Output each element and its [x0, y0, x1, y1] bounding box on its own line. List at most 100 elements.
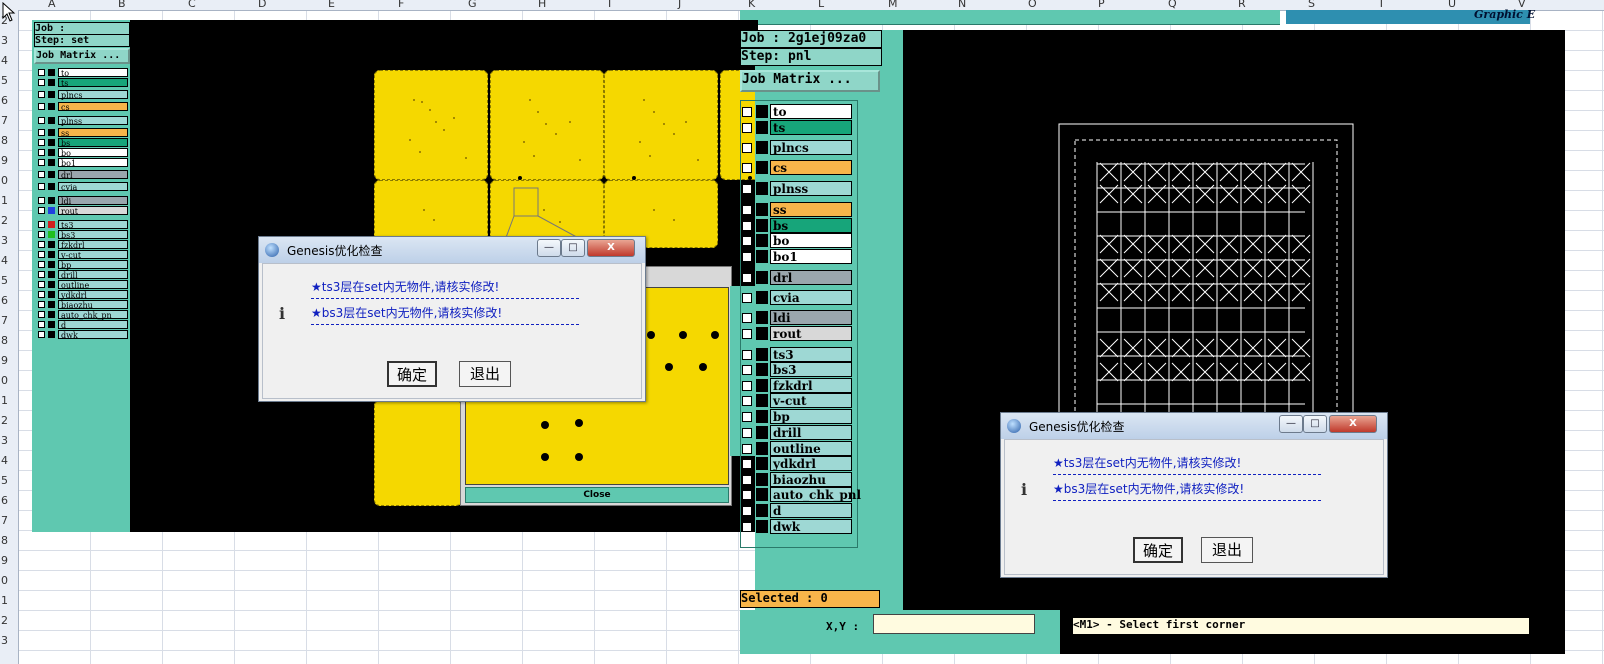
- layer-checkbox[interactable]: [742, 313, 752, 323]
- layer-checkbox[interactable]: [742, 365, 752, 375]
- layer-checkbox[interactable]: [38, 79, 45, 86]
- layer-checkbox[interactable]: [742, 143, 752, 153]
- minimize-icon[interactable]: —: [1279, 415, 1303, 433]
- layer-row-to[interactable]: to: [740, 104, 880, 119]
- layer-checkbox[interactable]: [38, 171, 45, 178]
- layer-checkbox[interactable]: [38, 281, 45, 288]
- row-number[interactable]: 3: [1, 634, 8, 647]
- layer-checkbox[interactable]: [38, 301, 45, 308]
- row-number[interactable]: 6: [1, 494, 8, 507]
- column-letter[interactable]: F: [398, 0, 404, 10]
- row-number[interactable]: 5: [1, 74, 8, 87]
- layer-checkbox[interactable]: [742, 475, 752, 485]
- layer-row-ts[interactable]: ts: [740, 120, 880, 135]
- layer-checkbox[interactable]: [38, 241, 45, 248]
- ok-button[interactable]: 确定: [387, 361, 437, 387]
- layer-row-cs[interactable]: cs: [36, 102, 128, 112]
- layer-row-rout[interactable]: rout: [36, 206, 128, 216]
- layer-checkbox[interactable]: [742, 506, 752, 516]
- column-letter[interactable]: L: [818, 0, 824, 10]
- layer-row-rout[interactable]: rout: [740, 326, 880, 341]
- exit-button[interactable]: 退出: [1201, 537, 1253, 563]
- row-number[interactable]: 2: [1, 414, 8, 427]
- column-letter[interactable]: B: [118, 0, 126, 10]
- layer-checkbox[interactable]: [742, 107, 752, 117]
- row-number[interactable]: 0: [1, 574, 8, 587]
- layer-row-d[interactable]: d: [36, 320, 128, 330]
- layer-row-fzkdrl[interactable]: fzkdrl: [36, 240, 128, 250]
- layer-row-dwk[interactable]: dwk: [740, 519, 880, 534]
- layer-row-ts3[interactable]: ts3: [36, 220, 128, 230]
- zoom-close-button[interactable]: Close: [465, 487, 729, 503]
- column-letter[interactable]: M: [888, 0, 898, 10]
- layer-row-auto_chk_pnl[interactable]: auto_chk_pnl: [740, 487, 880, 502]
- maximize-icon[interactable]: □: [561, 239, 585, 257]
- layer-checkbox[interactable]: [38, 139, 45, 146]
- layer-checkbox[interactable]: [38, 103, 45, 110]
- column-letter[interactable]: Q: [1168, 0, 1177, 10]
- layer-checkbox[interactable]: [38, 251, 45, 258]
- layer-row-d[interactable]: d: [740, 503, 880, 518]
- row-number[interactable]: 9: [1, 154, 8, 167]
- dialog-titlebar[interactable]: Genesis优化检查 — □ X: [1001, 413, 1387, 439]
- layer-checkbox[interactable]: [742, 293, 752, 303]
- layer-row-cs[interactable]: cs: [740, 160, 880, 175]
- layer-checkbox[interactable]: [742, 252, 752, 262]
- row-number[interactable]: 2: [1, 614, 8, 627]
- layer-row-cvia[interactable]: cvia: [36, 182, 128, 192]
- layer-row-to[interactable]: to: [36, 68, 128, 78]
- row-number[interactable]: 0: [1, 174, 8, 187]
- row-number[interactable]: 6: [1, 94, 8, 107]
- close-icon[interactable]: X: [587, 239, 635, 257]
- row-number[interactable]: 4: [1, 254, 8, 267]
- layer-checkbox[interactable]: [742, 459, 752, 469]
- layer-checkbox[interactable]: [38, 183, 45, 190]
- column-letter[interactable]: O: [1028, 0, 1037, 10]
- layer-row-bp[interactable]: bp: [740, 409, 880, 424]
- row-number[interactable]: 3: [1, 34, 8, 47]
- layer-row-bs3[interactable]: bs3: [36, 230, 128, 240]
- row-number[interactable]: 3: [1, 234, 8, 247]
- layer-row-bo[interactable]: bo: [740, 233, 880, 248]
- layer-checkbox[interactable]: [742, 123, 752, 133]
- column-letter[interactable]: E: [328, 0, 335, 10]
- layer-row-outline[interactable]: outline: [36, 280, 128, 290]
- layer-row-bo1[interactable]: bo1: [740, 249, 880, 264]
- row-number[interactable]: 6: [1, 294, 8, 307]
- column-letter[interactable]: T: [1378, 0, 1385, 10]
- layer-checkbox[interactable]: [742, 396, 752, 406]
- layer-checkbox[interactable]: [38, 321, 45, 328]
- maximize-icon[interactable]: □: [1303, 415, 1327, 433]
- layer-row-bo[interactable]: bo: [36, 148, 128, 158]
- layer-checkbox[interactable]: [38, 117, 45, 124]
- row-number[interactable]: 8: [1, 334, 8, 347]
- layer-row-dwk[interactable]: dwk: [36, 330, 128, 340]
- layer-row-drill[interactable]: drill: [36, 270, 128, 280]
- layer-checkbox[interactable]: [742, 184, 752, 194]
- row-number[interactable]: 0: [1, 374, 8, 387]
- layer-checkbox[interactable]: [38, 149, 45, 156]
- layer-checkbox[interactable]: [742, 428, 752, 438]
- layer-row-bs3[interactable]: bs3: [740, 362, 880, 377]
- minimize-icon[interactable]: —: [537, 239, 561, 257]
- row-number[interactable]: 5: [1, 474, 8, 487]
- layer-row-biaozhu[interactable]: biaozhu: [740, 472, 880, 487]
- layer-checkbox[interactable]: [742, 236, 752, 246]
- column-letter[interactable]: H: [538, 0, 546, 10]
- column-letter[interactable]: P: [1098, 0, 1105, 10]
- layer-row-ts[interactable]: ts: [36, 78, 128, 88]
- row-number[interactable]: 1: [1, 194, 8, 207]
- layer-checkbox[interactable]: [38, 91, 45, 98]
- column-letter[interactable]: K: [748, 0, 755, 10]
- row-number[interactable]: 8: [1, 534, 8, 547]
- column-letter[interactable]: U: [1448, 0, 1456, 10]
- layer-row-ts3[interactable]: ts3: [740, 347, 880, 362]
- layer-row-drl[interactable]: drl: [740, 270, 880, 285]
- layer-row-drill[interactable]: drill: [740, 425, 880, 440]
- layer-checkbox[interactable]: [742, 444, 752, 454]
- layer-row-ydkdrl[interactable]: ydkdrl: [36, 290, 128, 300]
- row-number[interactable]: 4: [1, 54, 8, 67]
- layer-checkbox[interactable]: [38, 311, 45, 318]
- row-number[interactable]: 7: [1, 314, 8, 327]
- job-matrix-button[interactable]: Job Matrix ...: [34, 48, 130, 64]
